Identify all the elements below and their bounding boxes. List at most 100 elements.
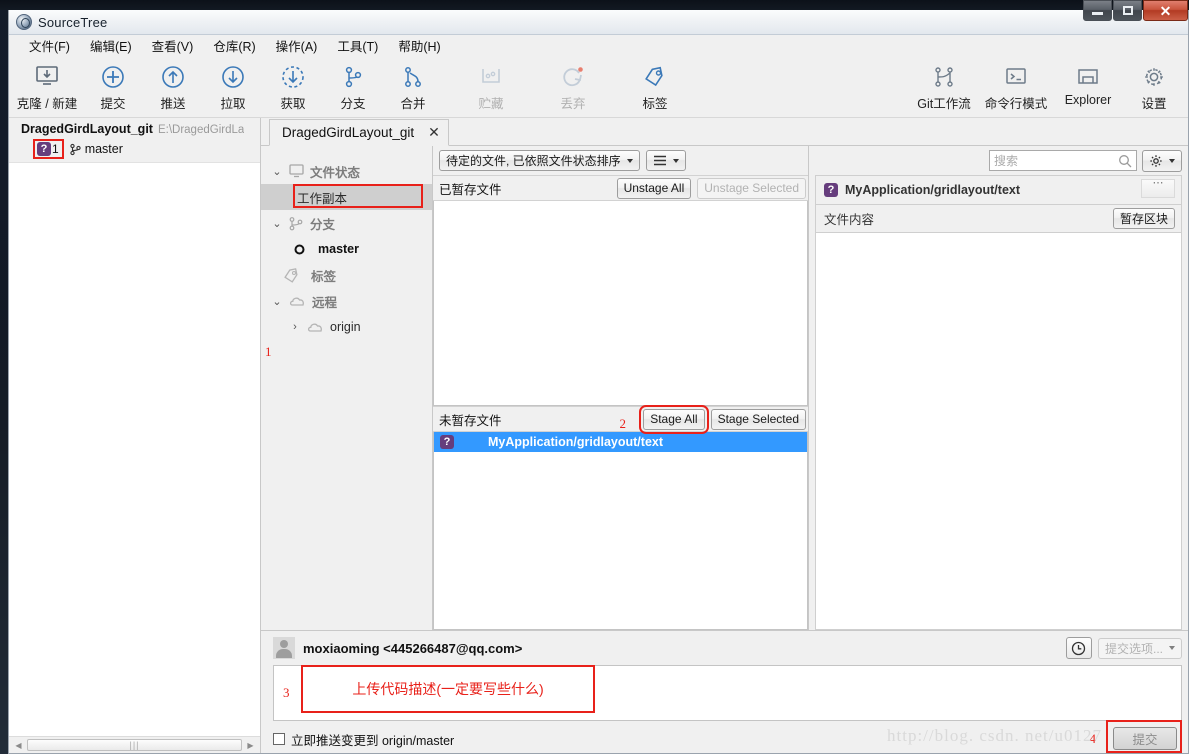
- chevron-right-icon[interactable]: ›: [289, 321, 301, 333]
- repo-status-row: ? 1 master: [33, 139, 254, 159]
- chevron-down-icon[interactable]: ⌄: [271, 295, 283, 308]
- stage-selected-label: Stage Selected: [717, 412, 799, 426]
- push-up-arrow-icon: [160, 62, 186, 92]
- repo-list-body[interactable]: [9, 163, 260, 736]
- toolbar-settings-button[interactable]: 设置: [1124, 57, 1184, 115]
- monitor-icon: [289, 164, 304, 178]
- toolbar-branch-button[interactable]: 分支: [323, 57, 383, 115]
- menu-actions[interactable]: 操作(A): [266, 34, 328, 57]
- sort-dropdown[interactable]: 待定的文件, 已依照文件状态排序: [439, 150, 640, 171]
- commit-options-label: 提交选项...: [1104, 641, 1163, 656]
- menu-tools[interactable]: 工具(T): [327, 34, 388, 57]
- minimize-button[interactable]: [1083, 0, 1112, 21]
- toolbar-tag-label: 标签: [642, 97, 668, 111]
- repo-badge-annotation: ? 1: [33, 139, 64, 159]
- toolbar-terminal-label: 命令行模式: [984, 97, 1048, 111]
- repo-badge-count: 1: [52, 142, 59, 156]
- toolbar-stash-label: 贮藏: [478, 97, 504, 111]
- stage-hunk-button[interactable]: 暂存区块: [1112, 208, 1175, 229]
- toolbar-explorer-button[interactable]: Explorer: [1052, 57, 1124, 115]
- toolbar-merge-button[interactable]: 合并: [383, 57, 443, 115]
- tree-node-tags[interactable]: 标签: [261, 262, 432, 288]
- scroll-right-arrow-icon[interactable]: ▶: [244, 741, 257, 750]
- stage-selected-button[interactable]: Stage Selected: [710, 408, 806, 430]
- branch-small-icon: [70, 143, 81, 156]
- diff-overflow-button[interactable]: ellipsis-icon ⋯: [1141, 178, 1175, 198]
- title-bar: SourceTree ✕: [9, 0, 1188, 35]
- tree-node-master[interactable]: master: [261, 236, 432, 262]
- desktop-top-strip: [0, 0, 1189, 10]
- gear-icon: [1149, 154, 1163, 168]
- commit-author: moxiaoming <445266487@qq.com>: [303, 640, 523, 656]
- tree-label-origin: origin: [330, 320, 361, 334]
- menu-help[interactable]: 帮助(H): [388, 34, 450, 57]
- toolbar-gitflow-button[interactable]: Git工作流: [908, 57, 980, 115]
- unstage-selected-label: Unstage Selected: [704, 181, 799, 195]
- toolbar-push-button[interactable]: 推送: [143, 57, 203, 115]
- diff-content-body[interactable]: [815, 233, 1182, 630]
- search-icon: [1118, 154, 1132, 168]
- diff-options-gear-button[interactable]: [1142, 149, 1182, 172]
- tree-node-working-copy[interactable]: 工作副本: [261, 184, 432, 210]
- unstage-selected-button[interactable]: Unstage Selected: [697, 177, 806, 199]
- toolbar-commit-button[interactable]: 提交: [83, 57, 143, 115]
- menu-file[interactable]: 文件(F): [19, 34, 80, 57]
- view-mode-dropdown[interactable]: [645, 150, 686, 171]
- toolbar-pull-button[interactable]: 拉取: [203, 57, 263, 115]
- unstaged-file-row[interactable]: ? MyApplication/gridlayout/text: [434, 432, 807, 452]
- history-clock-icon: [1071, 641, 1086, 656]
- menu-edit[interactable]: 编辑(E): [80, 34, 142, 57]
- close-button[interactable]: ✕: [1143, 0, 1188, 21]
- unstage-all-label: Unstage All: [623, 181, 685, 195]
- staged-files-list[interactable]: [433, 201, 808, 406]
- commit-history-button[interactable]: [1065, 637, 1092, 659]
- commit-options-button[interactable]: 提交选项...: [1097, 637, 1182, 659]
- chevron-down-icon: [1169, 158, 1175, 163]
- toolbar-tag-button[interactable]: 标签: [625, 57, 685, 115]
- folder-explorer-icon: [1075, 62, 1101, 92]
- unstage-all-button[interactable]: Unstage All: [616, 177, 692, 199]
- tree-label-working-copy: 工作副本: [297, 191, 348, 206]
- toolbar-stash-button[interactable]: 贮藏: [461, 57, 521, 115]
- stage-all-label: Stage All: [650, 412, 698, 426]
- unknown-status-icon: ?: [37, 142, 51, 156]
- tab-close-icon[interactable]: ✕: [428, 124, 440, 141]
- window-title: SourceTree: [38, 14, 108, 30]
- annotation-number-3: 3: [283, 685, 290, 700]
- repo-header[interactable]: DragedGirdLayout_git E:\DragedGirdLa ? 1: [9, 118, 260, 163]
- menu-repository[interactable]: 仓库(R): [203, 34, 265, 57]
- unknown-status-icon: ?: [440, 435, 454, 449]
- tree-node-origin[interactable]: › origin: [261, 314, 432, 340]
- circle-branch-icon: [293, 243, 306, 256]
- commit-author-right-controls: 提交选项...: [1065, 637, 1182, 659]
- search-bar: 搜索: [809, 146, 1188, 175]
- branch-icon: [289, 216, 304, 231]
- toolbar-terminal-button[interactable]: 命令行模式: [980, 57, 1052, 115]
- sourcetree-window: SourceTree ✕ 文件(F) 编辑(E) 查看(V) 仓库(R) 操作(…: [8, 0, 1189, 754]
- search-input[interactable]: 搜索: [989, 150, 1137, 171]
- unstaged-header: 未暂存文件 2 Stage All Stage Selected: [433, 404, 808, 434]
- menu-view[interactable]: 查看(V): [142, 34, 204, 57]
- gitflow-icon: [931, 62, 957, 92]
- push-immediately-checkbox[interactable]: [273, 733, 285, 745]
- sourcetree-logo-icon: [16, 14, 32, 30]
- chevron-down-icon[interactable]: ⌄: [271, 165, 283, 178]
- toolbar-discard-button[interactable]: 丢弃: [543, 57, 603, 115]
- stage-hunk-label: 暂存区块: [1119, 212, 1168, 226]
- maximize-button[interactable]: [1113, 0, 1142, 21]
- tree-node-branches[interactable]: ⌄ 分支: [261, 210, 432, 236]
- toolbar-clone-new-button[interactable]: 克隆 / 新建: [11, 57, 83, 115]
- sidebar-horizontal-scrollbar[interactable]: ◀ ||| ▶: [9, 736, 260, 753]
- chevron-down-icon: [626, 158, 633, 163]
- chevron-down-icon[interactable]: ⌄: [271, 217, 283, 230]
- stage-all-button[interactable]: Stage All: [639, 404, 709, 434]
- unstaged-files-list[interactable]: ? MyApplication/gridlayout/text: [433, 432, 808, 630]
- tree-node-file-status[interactable]: ⌄ 文件状态: [261, 158, 432, 184]
- commit-author-row: moxiaoming <445266487@qq.com> 提交选项...: [261, 631, 1188, 665]
- tab-dragedgirdlayout-git[interactable]: DragedGirdLayout_git ✕: [269, 119, 449, 146]
- commit-button-annotation-box: [1106, 720, 1182, 753]
- toolbar-fetch-button[interactable]: 获取: [263, 57, 323, 115]
- scrollbar-thumb[interactable]: |||: [27, 739, 242, 751]
- tree-node-remotes[interactable]: ⌄ 远程: [261, 288, 432, 314]
- scroll-left-arrow-icon[interactable]: ◀: [12, 741, 25, 750]
